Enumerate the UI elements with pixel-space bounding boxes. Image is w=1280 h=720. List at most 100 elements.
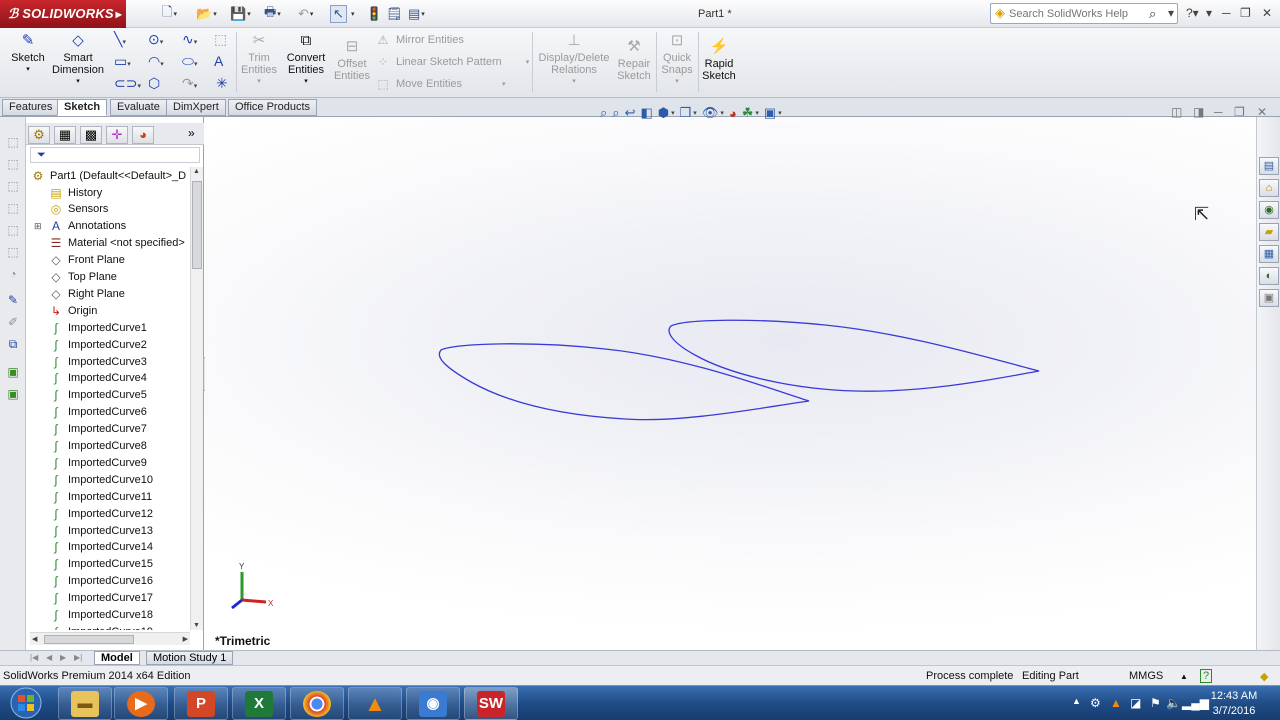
tree-item[interactable]: ⊞ A Annotations <box>34 218 126 235</box>
spline-tool-icon[interactable]: ∿▾ <box>182 31 197 51</box>
expand-tabs-icon[interactable]: » <box>188 126 195 140</box>
print-icon[interactable]: 🖶 ▾ <box>264 4 281 23</box>
repair-sketch-button[interactable]: ⚒ Repair Sketch <box>614 38 654 82</box>
airfoil-sketch[interactable] <box>205 117 1256 650</box>
system-clock[interactable]: 12:43 AM 3/7/2016 <box>1200 689 1268 719</box>
ellipse-tool-icon[interactable]: ⬭▾ <box>182 53 197 73</box>
restore-icon[interactable]: ❐ <box>1240 6 1251 20</box>
action-center-flag-icon[interactable]: ⚑ <box>1150 696 1161 710</box>
polygon-tool-icon[interactable]: ⬡ <box>148 75 160 91</box>
text-tool-icon[interactable]: A <box>214 53 223 69</box>
offset-entities-button[interactable]: ⊟ Offset Entities <box>332 38 372 82</box>
feature-tree-tab-icon[interactable]: ⚙ <box>28 126 50 144</box>
sketch-button[interactable]: ✎ Sketch ▾ <box>6 32 50 76</box>
tree-item[interactable]: ∫ ImportedCurve5 <box>48 387 147 404</box>
start-button-icon[interactable] <box>4 686 46 720</box>
options-icon[interactable]: ▤ ▾ <box>408 5 425 23</box>
save-icon[interactable]: 💾 ▾ <box>230 5 251 23</box>
revolve-icon[interactable]: ⬚ <box>5 157 21 171</box>
rebuild-traffic-light-icon[interactable]: 🚦 <box>366 5 382 23</box>
tree-item[interactable]: ∫ ImportedCurve18 <box>48 607 153 624</box>
help-search-input[interactable] <box>1009 7 1149 20</box>
tree-item[interactable]: ▤ History <box>48 184 102 201</box>
design-library-icon[interactable]: ⌂ <box>1259 179 1279 197</box>
loft-icon[interactable]: ⬚ <box>5 201 21 215</box>
prev-tab-icon[interactable]: ◀ <box>46 653 52 662</box>
network-tray-icon[interactable]: ⚙ <box>1090 696 1101 710</box>
search-dropdown-icon[interactable]: ▾ <box>1168 6 1174 20</box>
scene-dropdown-icon[interactable]: ▾ <box>755 109 759 117</box>
smart-dim-icon[interactable]: ✐ <box>5 315 21 329</box>
view-layer-2-icon[interactable]: ▣ <box>5 387 21 401</box>
tree-horizontal-scrollbar[interactable]: ◀ ▶ <box>30 632 190 645</box>
tree-item[interactable]: ∫ ImportedCurve3 <box>48 353 147 370</box>
expand-icon[interactable]: ⊞ <box>34 221 42 232</box>
close-icon[interactable]: ✕ <box>1262 6 1272 20</box>
tab-model[interactable]: Model <box>94 651 140 665</box>
convert-icon[interactable]: ⧉ <box>5 337 21 351</box>
section-view-icon[interactable]: ◧ <box>640 105 652 121</box>
appearances-icon[interactable]: ◐ <box>1259 267 1279 285</box>
tree-item[interactable]: ☰ Material <not specified> <box>48 235 185 252</box>
tree-item[interactable]: ◇ Front Plane <box>48 252 125 269</box>
taskbar-solidworks[interactable]: SW <box>464 687 518 720</box>
line-tool-icon[interactable]: ╲▾ <box>114 31 126 51</box>
extrude-icon[interactable]: ⬚ <box>5 135 21 149</box>
dimxpert-manager-tab-icon[interactable]: ✛ <box>106 126 128 144</box>
scroll-right-icon[interactable]: ▶ <box>183 635 188 643</box>
tree-item[interactable]: ∫ ImportedCurve4 <box>48 370 147 387</box>
convert-entities-button[interactable]: ⧉ Convert Entities ▾ <box>284 32 328 88</box>
search-icon[interactable]: ⌕ <box>1149 6 1156 22</box>
tree-item[interactable]: ◎ Sensors <box>48 201 109 218</box>
tree-item[interactable]: ◇ Top Plane <box>48 269 117 286</box>
previous-view-icon[interactable]: ↩ <box>625 105 636 121</box>
rectangle-tool-icon[interactable]: ▭▾ <box>114 53 131 73</box>
view-palette-icon[interactable]: ▦ <box>1259 245 1279 263</box>
smart-dimension-button[interactable]: ◇ Smart Dimension ▾ <box>52 32 104 88</box>
display-manager-tab-icon[interactable]: ◕ <box>132 126 154 144</box>
scroll-up-icon[interactable]: ▲ <box>193 168 200 175</box>
tree-item[interactable]: ∫ ImportedCurve2 <box>48 336 147 353</box>
solidworks-resources-icon[interactable]: ▤ <box>1259 157 1279 175</box>
tree-item[interactable]: ↳ Origin <box>48 302 97 319</box>
tab-office-products[interactable]: Office Products <box>228 99 317 116</box>
linear-sketch-pattern-button[interactable]: ⁘ Linear Sketch Pattern ▾ <box>376 55 529 69</box>
configuration-manager-tab-icon[interactable]: ▩ <box>80 126 102 144</box>
select-pointer-icon[interactable]: ↖ <box>330 5 347 23</box>
undo-icon[interactable]: ↶ ▾ <box>298 5 313 23</box>
rapid-sketch-button[interactable]: ⚡ Rapid Sketch <box>700 38 738 82</box>
tree-item[interactable]: ∫ ImportedCurve13 <box>48 522 153 539</box>
tree-item[interactable]: ∫ ImportedCurve16 <box>48 573 153 590</box>
view-layer-icon[interactable]: ▣ <box>5 365 21 379</box>
sweep-icon[interactable]: ⬚ <box>5 179 21 193</box>
tree-vertical-scrollbar[interactable]: ▲ ▼ <box>190 167 203 630</box>
view-orientation-icon[interactable]: ⬢ <box>658 105 669 121</box>
folder-pane-icon[interactable]: ▰ <box>1259 223 1279 241</box>
solidworks-logo[interactable]: ℬ SOLIDWORKS ▶ <box>0 0 126 28</box>
fillet-icon[interactable]: ◔ <box>5 267 21 281</box>
sketch-chamfer-icon[interactable]: ↷▾ <box>182 75 197 95</box>
quick-snaps-button[interactable]: ⊡ Quick Snaps ▾ <box>658 32 696 88</box>
file-properties-icon[interactable]: 🗒 <box>386 5 403 23</box>
tree-item[interactable]: ∫ ImportedCurve19 <box>48 623 153 630</box>
tab-evaluate[interactable]: Evaluate <box>110 99 167 116</box>
options-dropdown-icon[interactable]: ▾ <box>1206 6 1212 20</box>
scroll-thumb[interactable] <box>192 181 202 269</box>
tree-item[interactable]: ∫ ImportedCurve1 <box>48 319 147 336</box>
file-explorer-pane-icon[interactable]: ◉ <box>1259 201 1279 219</box>
custom-properties-icon[interactable]: ▣ <box>1259 289 1279 307</box>
move-entities-button[interactable]: ⬚ Move Entities ▾ <box>376 77 505 91</box>
boundary-icon[interactable]: ⬚ <box>5 223 21 237</box>
taskbar-excel[interactable]: X <box>232 687 286 720</box>
zoom-to-area-icon[interactable]: ⌕ <box>612 105 619 121</box>
next-tab-icon[interactable]: ▶ <box>60 653 66 662</box>
tree-item[interactable]: ∫ ImportedCurve10 <box>48 471 153 488</box>
hide-show-dropdown-icon[interactable]: ▾ <box>720 109 724 117</box>
hide-show-items-icon[interactable]: 👁 <box>702 105 719 121</box>
solidworks-tray-icon[interactable]: ◪ <box>1130 696 1141 710</box>
sketch-tool-icon[interactable]: ✎ <box>5 293 21 307</box>
tree-item[interactable]: ∫ ImportedCurve8 <box>48 438 147 455</box>
help-search-box[interactable]: ◈ ⌕ <box>990 3 1178 24</box>
help-icon[interactable]: ?▾ <box>1186 6 1199 20</box>
tree-item[interactable]: ∫ ImportedCurve7 <box>48 421 147 438</box>
